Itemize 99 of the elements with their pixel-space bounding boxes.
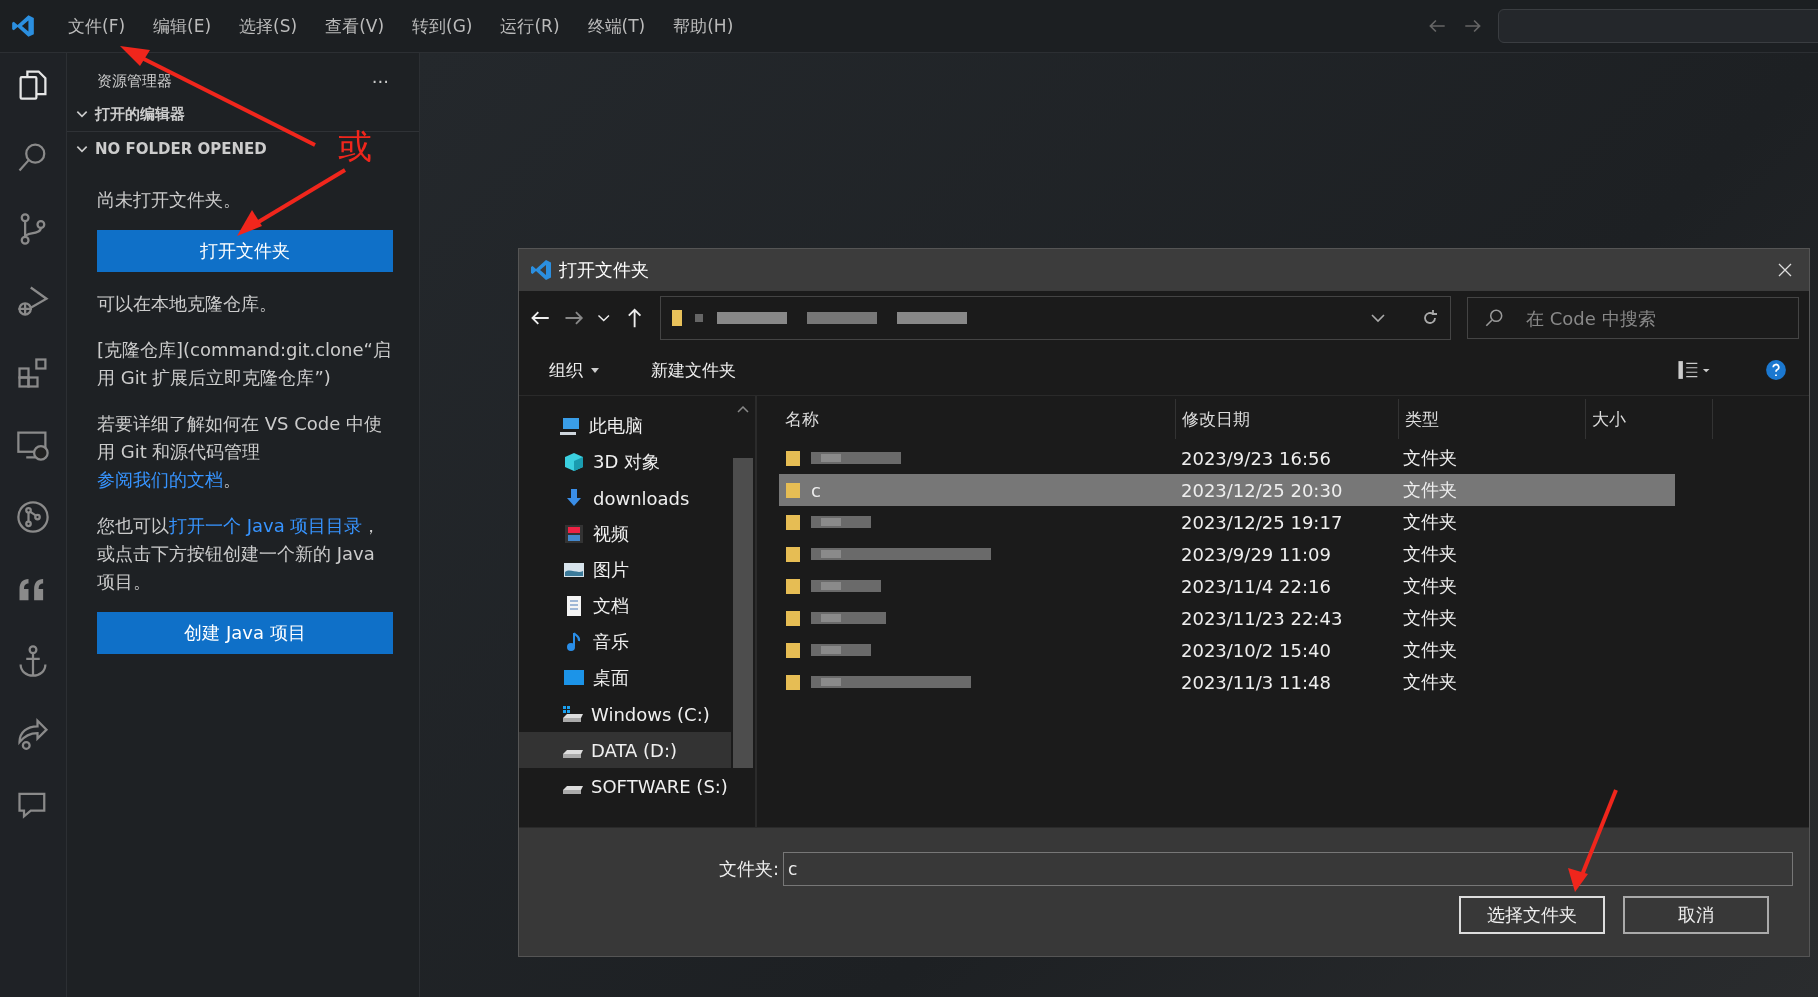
modified-date: 2023/9/29 11:09 <box>1180 543 1332 565</box>
nav-item[interactable]: SOFTWARE (S:) <box>519 768 731 804</box>
file-row[interactable]: 2023/11/3 11:48 文件夹 <box>779 666 1675 698</box>
file-type: 文件夹 <box>1402 606 1458 630</box>
app-logo-icon <box>10 13 36 39</box>
blurred-name-drawing <box>811 644 871 656</box>
view-options-icon[interactable] <box>1677 360 1711 380</box>
blurred-name-drawing <box>811 516 871 528</box>
modified-date: 2023/9/23 16:56 <box>1180 447 1332 469</box>
menu-item[interactable]: 文件(F) <box>58 10 136 42</box>
graph-icon[interactable] <box>15 499 51 535</box>
nav-item[interactable]: Windows (C:) <box>519 696 731 732</box>
action-button[interactable]: 打开文件夹 <box>97 230 393 272</box>
file-row[interactable]: c 2023/12/25 20:30 文件夹 <box>779 474 1675 506</box>
file-type: 文件夹 <box>1402 574 1458 598</box>
file-type: 文件夹 <box>1402 638 1458 662</box>
folder-icon <box>671 308 684 328</box>
file-type: 文件夹 <box>1402 510 1458 534</box>
folder-name-field[interactable]: c <box>783 852 1794 886</box>
nav-item[interactable]: 3D 对象 <box>519 444 731 480</box>
file-row[interactable]: 2023/10/2 15:40 文件夹 <box>779 634 1675 666</box>
nav-item[interactable]: 视频 <box>519 516 731 552</box>
column-header[interactable]: 修改日期 <box>1176 399 1399 439</box>
folder-icon <box>785 481 801 499</box>
file-row[interactable]: 2023/9/29 11:09 文件夹 <box>779 538 1675 570</box>
file-row[interactable]: 2023/12/25 19:17 文件夹 <box>779 506 1675 538</box>
nav-item[interactable]: 音乐 <box>519 624 731 660</box>
folder-icon <box>785 513 801 531</box>
modified-date: 2023/12/25 19:17 <box>1180 511 1344 533</box>
close-icon[interactable] <box>1777 262 1793 278</box>
folder-icon <box>785 449 801 467</box>
file-row[interactable]: 2023/9/23 16:56 文件夹 <box>779 442 1675 474</box>
paragraph: 您也可以打开一个 Java 项目目录，或点击下方按钮创建一个新的 Java 项目。 <box>97 514 382 594</box>
menu-item[interactable]: 帮助(H) <box>663 10 744 42</box>
menu-item[interactable]: 运行(R) <box>490 10 570 42</box>
folder-icon <box>785 577 801 595</box>
column-header[interactable]: 类型 <box>1399 399 1586 439</box>
computer-icon <box>559 415 581 437</box>
paragraph: 可以在本地克隆仓库。 <box>97 292 278 316</box>
film-icon <box>563 523 585 545</box>
folder-icon <box>785 673 801 691</box>
link[interactable]: 打开一个 Java 项目目录 <box>169 515 363 536</box>
nav-item[interactable]: downloads <box>519 480 731 516</box>
link[interactable]: 参阅我们的文档 <box>97 469 223 490</box>
app-logo-icon <box>529 258 553 282</box>
dialog-title: 打开文件夹 <box>559 258 649 282</box>
menu-item[interactable]: 终端(T) <box>577 10 656 42</box>
folder-icon <box>785 545 801 563</box>
blurred-name-drawing <box>811 580 881 592</box>
paragraph: 若要详细了解如何在 VS Code 中使用 Git 和源代码管理 参阅我们的文档。 <box>97 412 383 492</box>
nav-item[interactable]: 图片 <box>519 552 731 588</box>
modified-date: 2023/11/4 22:16 <box>1180 575 1332 597</box>
nav-item[interactable]: 此电脑 <box>519 408 731 444</box>
menu-item[interactable]: 编辑(E) <box>143 10 222 42</box>
section-header[interactable]: NO FOLDER OPENED <box>95 140 267 158</box>
panel-title: 资源管理器 <box>97 71 172 91</box>
modified-date: 2023/12/25 20:30 <box>1180 479 1344 501</box>
dialog-button[interactable]: 取消 <box>1623 896 1769 934</box>
file-row[interactable]: 2023/11/4 22:16 文件夹 <box>779 570 1675 602</box>
modified-date: 2023/11/23 22:43 <box>1180 607 1344 629</box>
paragraph: 尚未打开文件夹。 <box>97 188 242 212</box>
menu-item[interactable]: 选择(S) <box>229 10 308 42</box>
file-type: 文件夹 <box>1402 670 1458 694</box>
nav-item[interactable]: DATA (D:) <box>519 732 731 768</box>
dialog-button[interactable]: 选择文件夹 <box>1459 896 1605 934</box>
folder-icon <box>785 609 801 627</box>
file-row[interactable]: 2023/11/23 22:43 文件夹 <box>779 602 1675 634</box>
column-header[interactable]: 名称 <box>779 399 1176 439</box>
address-field[interactable] <box>660 296 1451 340</box>
modified-date: 2023/11/3 11:48 <box>1180 671 1332 693</box>
annotation-text: 或 <box>338 125 372 168</box>
cube-icon <box>563 451 585 473</box>
file-type: 文件夹 <box>1402 446 1458 470</box>
toolbar-button[interactable]: 组织 <box>543 357 605 383</box>
folder-icon <box>785 641 801 659</box>
file-type: 文件夹 <box>1402 542 1458 566</box>
menu-item[interactable]: 查看(V) <box>315 10 395 42</box>
nav-item[interactable]: 文档 <box>519 588 731 624</box>
drive-icon <box>563 706 583 722</box>
field-label: 文件夹: <box>719 857 780 881</box>
help-icon[interactable] <box>1765 359 1787 381</box>
search-icon <box>1483 307 1505 329</box>
paragraph: [克隆仓库](command:git.clone“启用 Git 扩展后立即克隆仓库”) <box>97 338 392 390</box>
scroll-up-icon[interactable] <box>737 406 749 413</box>
drive-icon <box>563 750 583 758</box>
drive-icon <box>563 786 583 794</box>
column-header[interactable]: 大小 <box>1586 399 1713 439</box>
file-name: c <box>811 479 821 501</box>
search-field[interactable]: 在 Code 中搜索 <box>1467 297 1799 339</box>
modified-date: 2023/10/2 15:40 <box>1180 639 1332 661</box>
file-type: 文件夹 <box>1402 478 1458 502</box>
menu-item[interactable]: 转到(G) <box>402 10 483 42</box>
nav-item[interactable]: 桌面 <box>519 660 731 696</box>
scrollbar-thumb[interactable] <box>733 458 753 768</box>
action-button[interactable]: 创建 Java 项目 <box>97 612 393 654</box>
more-actions-button[interactable]: ··· <box>365 69 395 93</box>
toolbar-button[interactable]: 新建文件夹 <box>645 357 742 383</box>
section-header[interactable]: 打开的编辑器 <box>95 104 185 124</box>
share-icon[interactable] <box>15 715 51 751</box>
